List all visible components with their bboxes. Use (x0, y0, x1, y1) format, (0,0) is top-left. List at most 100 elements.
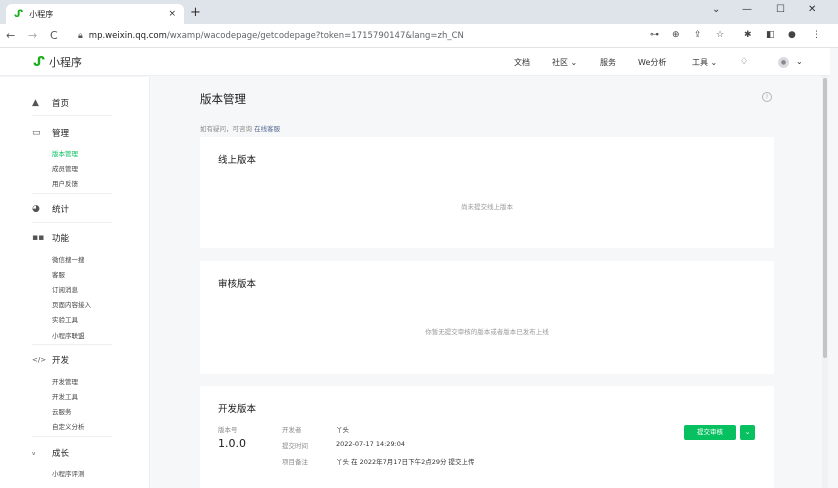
nav-docs[interactable]: 文档 (514, 57, 530, 68)
manage-icon: ▭ (32, 128, 41, 138)
miniprogram-favicon-icon: ᔑ (14, 8, 24, 20)
help-icon[interactable]: ? (762, 92, 772, 102)
sidebar-item-user-feedback[interactable]: 用户反馈 (52, 178, 78, 188)
dev-version-card: 开发版本 版本号 1.0.0 开发者 丫头 提交时间 2022-07-17 14… (200, 386, 774, 488)
sidebar-item-custom-analysis[interactable]: 自定义分析 (52, 421, 85, 431)
sidebar-item-subscribe-message[interactable]: 订阅消息 (52, 284, 78, 294)
sidebar-section-features[interactable]: ▪▪ 功能 (32, 232, 69, 244)
sidebar-divider (32, 193, 112, 194)
nav-we-analysis[interactable]: We分析 (638, 57, 666, 68)
home-icon: ▲ (32, 98, 39, 108)
submit-time-value: 2022-07-17 14:29:04 (336, 440, 406, 448)
scrollbar-thumb[interactable] (823, 78, 827, 358)
profile-icon[interactable]: ● (788, 30, 796, 40)
sidebar-item-wechat-search[interactable]: 微信搜一搜 (52, 254, 85, 264)
browser-menu-icon[interactable]: ⋮ (812, 30, 821, 40)
url-host: mp.weixin.qq.com (88, 31, 167, 41)
maximize-button[interactable]: ☐ (776, 4, 785, 15)
sidebar-divider (32, 115, 112, 116)
extensions-icon[interactable]: ✱ (744, 30, 752, 40)
tab-close-icon[interactable]: × (168, 9, 176, 19)
account-chevron-down-icon[interactable]: ⌄ (796, 57, 803, 66)
bell-icon[interactable]: ♢ (740, 57, 748, 67)
sidebar-divider (32, 436, 112, 437)
review-version-card: 审核版本 你暂无提交审核的版本或者版本已发布上线 (200, 261, 774, 374)
dev-version-title: 开发版本 (218, 404, 257, 415)
nav-community[interactable]: 社区 ⌄ (552, 57, 577, 68)
app-header: ᔑ 小程序 文档 社区 ⌄ 服务 We分析 工具 ⌄ ♢ ● ⌄ (0, 48, 830, 76)
developer-label: 开发者 (282, 426, 302, 434)
share-icon[interactable]: ⇪ (694, 30, 702, 40)
version-number: 1.0.0 (218, 437, 246, 450)
side-panel-icon[interactable]: ◧ (766, 30, 775, 40)
app-logo[interactable]: ᔑ 小程序 (33, 54, 82, 70)
developer-value: 丫头 (336, 426, 349, 434)
online-support-link[interactable]: 在线客服 (254, 125, 280, 133)
chevron-down-icon: ⌄ (710, 58, 718, 67)
lock-icon: 🔒︎ (78, 31, 83, 41)
online-version-title: 线上版本 (218, 155, 257, 166)
sidebar-section-home[interactable]: ▲ 首页 (32, 97, 69, 109)
sidebar-item-dev-manage[interactable]: 开发管理 (52, 376, 78, 386)
key-icon[interactable]: ⊶ (650, 30, 659, 40)
forward-arrow-icon[interactable]: → (28, 29, 37, 42)
nav-community-label: 社区 (552, 58, 568, 67)
tab-search-icon[interactable]: ⌄ (712, 4, 720, 15)
zoom-icon[interactable]: ⊕ (672, 30, 680, 40)
review-version-empty: 你暂无提交审核的版本或者版本已发布上线 (425, 328, 549, 336)
sidebar-section-growth[interactable]: ᵥ 成长 (32, 447, 69, 459)
sidebar-section-label: 开发 (52, 356, 70, 366)
sidebar-section-label: 首页 (52, 99, 70, 109)
nav-tools[interactable]: 工具 ⌄ (692, 57, 717, 68)
sidebar-item-member-manage[interactable]: 成员管理 (52, 163, 78, 173)
close-window-button[interactable]: ✕ (808, 4, 816, 15)
reload-icon[interactable]: C (50, 29, 58, 42)
version-number-label: 版本号 (218, 426, 238, 434)
sidebar-section-label: 管理 (52, 129, 70, 139)
address-bar-row: ← → C 🔒︎ mp.weixin.qq.com/wxamp/wacodepa… (0, 24, 838, 48)
stats-icon: ◕ (32, 204, 40, 214)
nav-tools-label: 工具 (692, 58, 708, 67)
submit-time-label: 提交时间 (282, 442, 308, 450)
sidebar-divider (32, 222, 112, 223)
review-version-title: 审核版本 (218, 279, 257, 290)
minimize-button[interactable]: — (742, 4, 752, 15)
scrollbar[interactable] (822, 76, 828, 488)
project-note-value: 丫头 在 2022年7月17日下午2点29分 提交上传 (336, 458, 475, 466)
sidebar-item-experiment-tools[interactable]: 实验工具 (52, 314, 78, 324)
miniprogram-logo-icon: ᔑ (33, 54, 46, 70)
browser-tab-bar: ᔑ 小程序 × + ⌄ — ☐ ✕ (0, 0, 838, 24)
bookmark-star-icon[interactable]: ☆ (716, 30, 724, 40)
submit-review-button[interactable]: 提交审核 (684, 425, 736, 440)
feature-icon: ▪▪ (32, 233, 45, 243)
sidebar-item-miniprogram-review[interactable]: 小程序评测 (52, 468, 85, 478)
sidebar-section-manage[interactable]: ▭ 管理 (32, 127, 69, 139)
code-icon: </> (32, 356, 47, 364)
sidebar-section-label: 成长 (52, 449, 70, 459)
online-version-empty: 尚未提交线上版本 (461, 203, 513, 211)
new-tab-button[interactable]: + (190, 5, 201, 20)
avatar[interactable]: ● (778, 57, 789, 68)
sidebar-item-cloud-service[interactable]: 云服务 (52, 406, 72, 416)
back-arrow-icon[interactable]: ← (6, 29, 15, 42)
submit-options-chevron-down-icon[interactable]: ⌄ (740, 425, 755, 440)
sidebar-item-version-manage[interactable]: 版本管理 (52, 148, 78, 158)
hint-text: 如有疑问，可咨询 (200, 125, 252, 133)
url-field[interactable]: 🔒︎ mp.weixin.qq.com/wxamp/wacodepage/get… (78, 27, 618, 45)
sidebar-item-page-content[interactable]: 页面内容接入 (52, 299, 91, 309)
nav-service[interactable]: 服务 (600, 57, 616, 68)
page-hint: 如有疑问，可咨询 在线客服 (200, 123, 280, 133)
chevron-down-icon: ⌄ (570, 58, 578, 67)
sidebar-section-stats[interactable]: ◕ 统计 (32, 203, 69, 215)
browser-tab[interactable]: ᔑ 小程序 × (6, 4, 184, 24)
sidebar-section-label: 功能 (52, 234, 70, 244)
url-path: /wxamp/wacodepage/getcodepage?token=1715… (166, 31, 464, 41)
sidebar-item-miniprogram-union[interactable]: 小程序联盟 (52, 330, 85, 340)
project-note-label: 项目备注 (282, 458, 308, 466)
sidebar-section-label: 统计 (52, 205, 70, 215)
sidebar-section-develop[interactable]: </> 开发 (32, 354, 69, 366)
page-title: 版本管理 (200, 92, 246, 106)
sidebar-item-dev-tools[interactable]: 开发工具 (52, 391, 78, 401)
sidebar-divider (32, 344, 112, 345)
sidebar-item-customer-service[interactable]: 客服 (52, 269, 65, 279)
